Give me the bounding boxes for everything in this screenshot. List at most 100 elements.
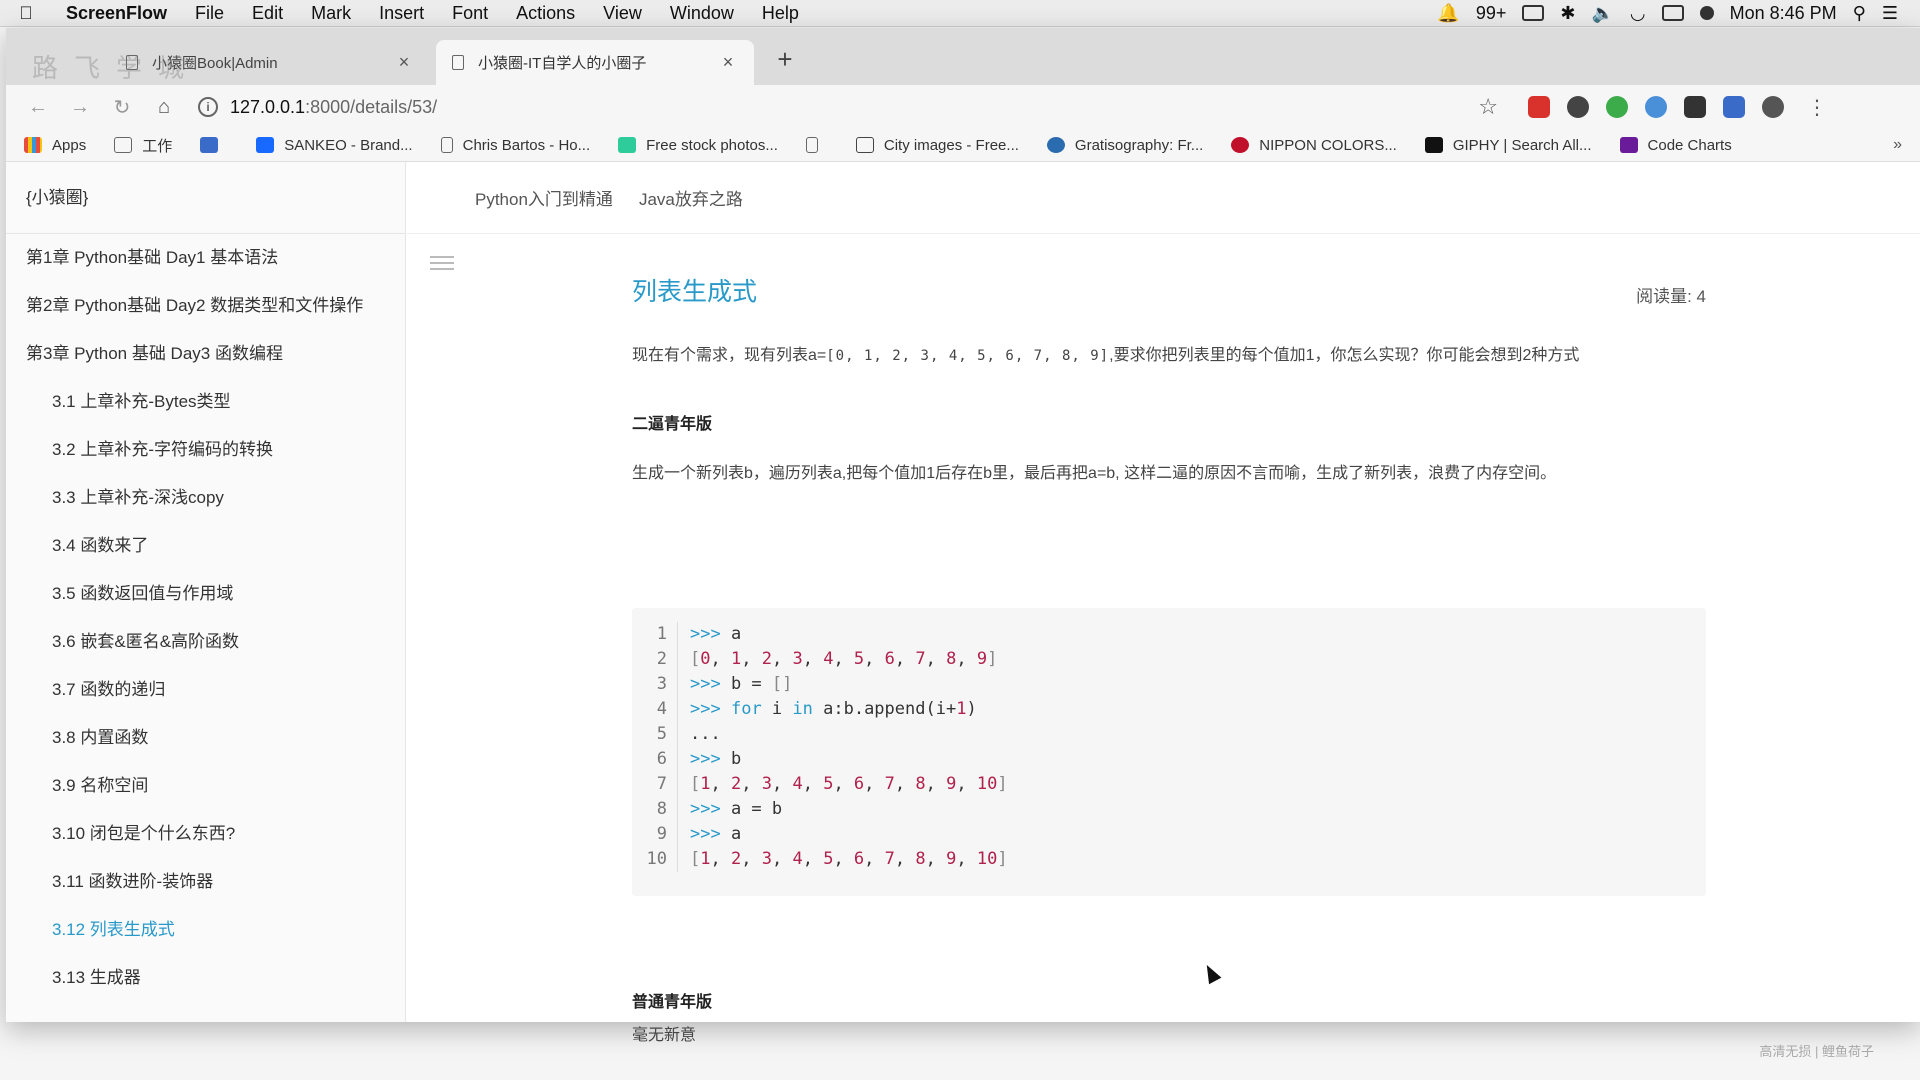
site-brand[interactable]: {小猿圈} — [6, 162, 405, 234]
url-host: 127.0.0.1 — [230, 96, 306, 117]
bookmark-label: Gratisography: Fr... — [1074, 136, 1204, 154]
nav-link-java[interactable]: Java放弃之路 — [639, 185, 743, 210]
profile-avatar-icon[interactable] — [1762, 96, 1784, 118]
sidebar-item[interactable]: 3.9 名称空间 — [6, 762, 405, 810]
sidebar-item[interactable]: 3.13 生成器 — [6, 954, 405, 1002]
clock[interactable]: Mon 8:46 PM — [1730, 3, 1837, 24]
code-line: 8 >>> a = b — [632, 797, 1706, 822]
sidebar-item[interactable]: 第1章 Python基础 Day1 基本语法 — [6, 234, 405, 282]
sidebar-item[interactable]: 3.2 上章补充-字符编码的转换 — [6, 426, 405, 474]
bookmark-free-stock[interactable]: Free stock photos... — [618, 137, 778, 154]
menu-edit[interactable]: Edit — [238, 3, 297, 24]
line-number: 10 — [632, 847, 678, 872]
reload-icon[interactable]: ↻ — [106, 95, 138, 120]
menu-insert[interactable]: Insert — [365, 3, 438, 24]
volume-icon[interactable]: 🔈 — [1591, 3, 1613, 24]
bookmark-mail[interactable] — [200, 137, 228, 153]
sidebar-item[interactable]: 3.3 上章补充-深浅copy — [6, 474, 405, 522]
fe-extension-icon[interactable] — [1528, 96, 1550, 118]
tab-admin[interactable]: 路飞学城 小猿圈Book|Admin × — [32, 40, 430, 85]
app-status-icon[interactable] — [1699, 6, 1714, 20]
bookmark-label: Code Charts — [1647, 136, 1732, 154]
apple-icon[interactable]:  — [0, 3, 52, 24]
more-menu-icon[interactable]: ⋮ — [1807, 95, 1827, 120]
sidebar-item[interactable]: 3.10 闭包是个什么东西? — [6, 810, 405, 858]
giphy-icon — [1424, 137, 1443, 153]
site-info-icon[interactable]: i — [198, 97, 218, 117]
bookmark-giphy[interactable]: GIPHY | Search All... — [1424, 137, 1592, 154]
bookmark-label: NIPPON COLORS... — [1259, 136, 1397, 154]
evernote-extension-icon[interactable] — [1606, 96, 1628, 118]
bookmark-gratisography[interactable]: Gratisography: Fr... — [1046, 136, 1204, 154]
sidebar-chapter-list: 第1章 Python基础 Day1 基本语法 第2章 Python基础 Day2 … — [6, 234, 405, 1002]
bookmark-folder-work[interactable]: 工作 — [114, 135, 172, 156]
spotlight-search-icon[interactable]: ⚲ — [1853, 3, 1866, 24]
screen-record-icon[interactable] — [1522, 5, 1545, 21]
sidebar-item[interactable]: 3.8 内置函数 — [6, 714, 405, 762]
back-icon[interactable]: ← — [22, 96, 54, 119]
menu-font[interactable]: Font — [438, 3, 502, 24]
menu-help[interactable]: Help — [748, 3, 813, 24]
pulse-extension-icon[interactable] — [1645, 96, 1667, 118]
menu-app-name[interactable]: ScreenFlow — [52, 3, 181, 24]
bookmark-city-images[interactable]: City images - Free... — [855, 137, 1019, 154]
address-bar[interactable]: i 127.0.0.1 :8000/details/53/ ☆ — [198, 90, 1498, 124]
home-icon[interactable]: ⌂ — [148, 96, 180, 119]
sidebar-item[interactable]: 3.1 上章补充-Bytes类型 — [6, 378, 405, 426]
gratisography-icon — [1046, 137, 1065, 153]
bluetooth-icon[interactable]: ✱ — [1560, 3, 1575, 24]
macos-menubar:  ScreenFlow File Edit Mark Insert Font … — [0, 0, 1920, 27]
battery-icon[interactable] — [1661, 5, 1684, 21]
sidebar-item[interactable]: 3.11 函数进阶-装饰器 — [6, 858, 405, 906]
menu-file[interactable]: File — [181, 3, 238, 24]
code-line: 5... — [632, 722, 1706, 747]
bell-icon[interactable]: 🔔 — [1437, 3, 1459, 24]
bookmark-star-icon[interactable]: ☆ — [1478, 94, 1498, 120]
nav-link-python[interactable]: Python入门到精通 — [475, 185, 613, 210]
intro-inline-code: [0, 1, 2, 3, 4, 5, 6, 7, 8, 9] — [826, 348, 1110, 364]
code-line: 9 >>> a — [632, 822, 1706, 847]
putong-paragraph: 毫无新意 — [632, 1027, 697, 1044]
sidebar-item[interactable]: 第3章 Python 基础 Day3 函数编程 — [6, 330, 405, 378]
sidebar-item[interactable]: 第2章 Python基础 Day2 数据类型和文件操作 — [6, 282, 405, 330]
menu-actions[interactable]: Actions — [502, 3, 589, 24]
nippon-colors-icon — [1231, 137, 1250, 153]
close-icon[interactable]: × — [394, 52, 414, 73]
close-icon[interactable]: × — [718, 52, 738, 73]
translate-extension-icon[interactable] — [1723, 96, 1745, 118]
url-path: :8000/details/53/ — [305, 96, 438, 117]
sidebar-item[interactable]: 3.7 函数的递归 — [6, 666, 405, 714]
bookmark-label: Apps — [52, 136, 87, 154]
dev-extension-icon[interactable] — [1684, 96, 1706, 118]
bookmark-sankeo[interactable]: SANKEO - Brand... — [256, 136, 413, 154]
sidebar-item[interactable]: 3.4 函数来了 — [6, 522, 405, 570]
bookmark-code-charts[interactable]: Code Charts — [1619, 136, 1732, 154]
code-line: 4 >>> for i in a:b.append(i+1) — [632, 697, 1706, 722]
bookmark-nippon-colors[interactable]: NIPPON COLORS... — [1231, 137, 1397, 154]
bookmark-blank-doc[interactable] — [805, 137, 828, 153]
bookmark-label: SANKEO - Brand... — [284, 136, 413, 154]
notification-center-icon[interactable]: ☰ — [1882, 3, 1898, 24]
sidebar-toggle-icon[interactable] — [430, 256, 454, 274]
wifi-icon[interactable]: ◡ — [1630, 3, 1646, 24]
grammarly-extension-icon[interactable] — [1567, 96, 1589, 118]
top-navigation: Python入门到精通 Java放弃之路 — [407, 162, 1920, 234]
document-icon — [440, 137, 453, 153]
bookmark-label: Chris Bartos - Ho... — [462, 136, 591, 154]
new-tab-icon[interactable]: + — [770, 44, 800, 75]
code-text: [0, 1, 2, 3, 4, 5, 6, 7, 8, 9] — [690, 649, 998, 669]
bookmark-chris-bartos[interactable]: Chris Bartos - Ho... — [440, 136, 591, 154]
menu-window[interactable]: Window — [656, 3, 748, 24]
code-text: >>> b = [] — [690, 674, 793, 694]
forward-icon[interactable]: → — [64, 96, 96, 119]
chevron-double-right-icon[interactable]: » — [1893, 136, 1902, 154]
section-heading-putong: 普通青年版 — [632, 994, 713, 1011]
menu-view[interactable]: View — [589, 3, 656, 24]
sidebar-item[interactable]: 3.6 嵌套&匿名&高阶函数 — [6, 618, 405, 666]
tab-xiaoyuanquan[interactable]: 小猿圈-IT自学人的小圈子 × — [436, 40, 754, 85]
video-watermark: 高清无损 | 鲤鱼荷子 — [1759, 1044, 1874, 1059]
bookmark-apps[interactable]: Apps — [24, 137, 86, 154]
menu-mark[interactable]: Mark — [297, 3, 365, 24]
sidebar-item[interactable]: 3.5 函数返回值与作用域 — [6, 570, 405, 618]
sidebar-item[interactable]: 3.12 列表生成式 — [6, 906, 405, 954]
